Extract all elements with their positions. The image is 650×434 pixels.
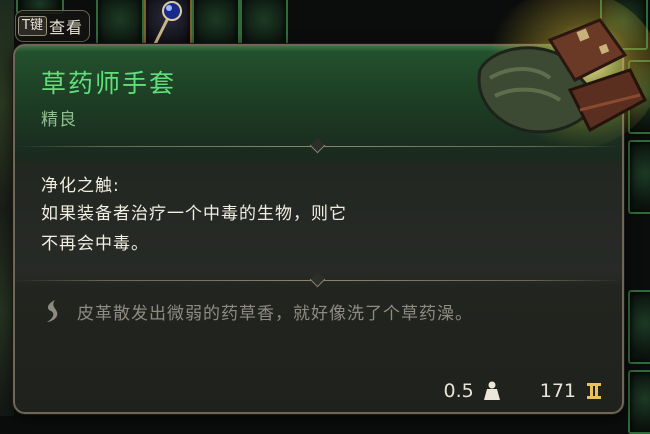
item-name: 草药师手套: [41, 69, 177, 98]
passive-description: 如果装备者治疗一个中毒的生物，则它 不再会中毒。: [41, 199, 471, 259]
passive-line: 如果装备者治疗一个中毒的生物，则它: [41, 204, 347, 224]
inventory-slot[interactable]: [240, 0, 288, 50]
staff-item-icon: [152, 1, 182, 46]
flavor-row: 皮革散发出微弱的药草香，就好像洗了个草药澡。: [41, 298, 473, 324]
passive-line: 不再会中毒。: [41, 234, 149, 254]
quill-icon: [47, 300, 58, 322]
inspect-hint[interactable]: T键 查看: [15, 10, 90, 42]
keybind-badge: T键: [18, 16, 47, 36]
item-rarity: 精良: [41, 110, 77, 130]
background-left-strip: [0, 0, 14, 416]
gold-value: 171: [539, 380, 576, 402]
item-stats: 0.5 171: [444, 380, 604, 402]
inventory-slot[interactable]: [628, 370, 650, 434]
weight-icon: [483, 381, 500, 400]
flavor-text: 皮革散发出微弱的药草香，就好像洗了个草药澡。: [77, 303, 473, 324]
inspect-label: 查看: [48, 18, 83, 37]
divider-notch: [309, 271, 326, 288]
inventory-slot[interactable]: [628, 290, 650, 364]
inventory-slot[interactable]: [192, 0, 240, 50]
divider-notch: [309, 137, 326, 154]
gold-coin-icon: [587, 383, 601, 399]
passive-name: 净化之触:: [41, 176, 120, 196]
weight-value: 0.5: [443, 380, 474, 402]
gloves-item-icon: [477, 0, 650, 150]
inventory-slot[interactable]: [96, 0, 144, 50]
